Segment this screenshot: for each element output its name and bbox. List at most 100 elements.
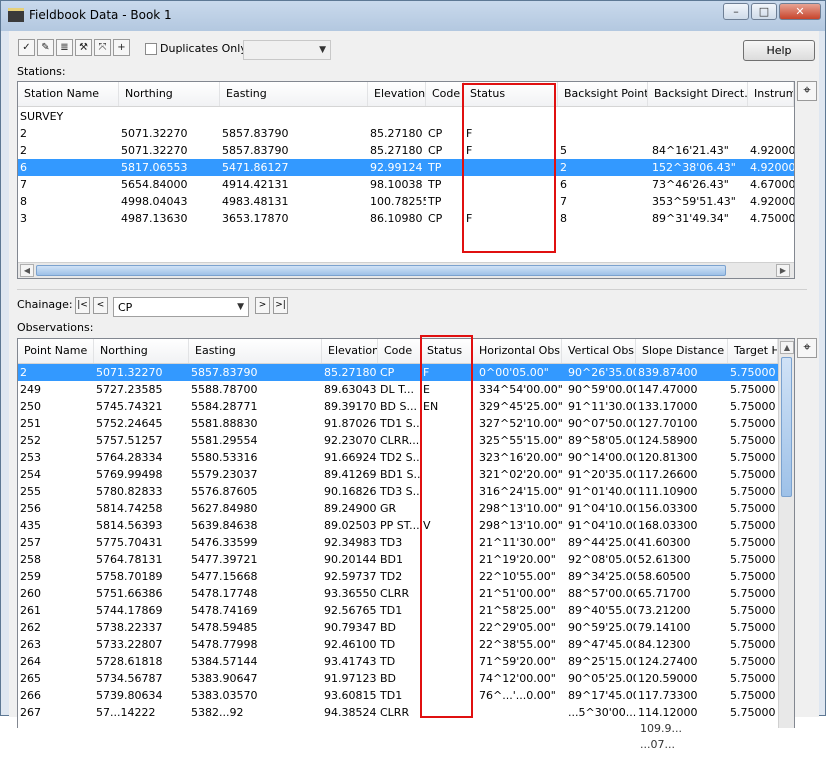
obs-col-elevation[interactable]: Elevation: [322, 339, 378, 363]
table-row[interactable]: 252 5757.51257 5581.29554 92.23070 CLRR... 32…: [18, 432, 778, 449]
crosshair-icon[interactable]: +: [113, 39, 130, 56]
obs-col-status[interactable]: Status: [421, 339, 473, 363]
help-button[interactable]: Help: [743, 40, 815, 61]
table-cell: 147.47000: [638, 383, 698, 396]
table-row[interactable]: 256 5814.74258 5627.84980 89.24900 GR 298^13'…: [18, 500, 778, 517]
table-row[interactable]: 262 5738.22337 5478.59485 90.79347 BD 22^29'0…: [18, 619, 778, 636]
table-row[interactable]: 265 5734.56787 5383.90647 91.97123 BD 74^12'0…: [18, 670, 778, 687]
table-row[interactable]: 263 5733.22807 5478.77998 92.46100 TD 22^38'5…: [18, 636, 778, 653]
scroll-left-icon[interactable]: ◀: [20, 264, 34, 277]
stations-col-code[interactable]: Code: [426, 82, 464, 106]
table-cell: 5745.74321: [96, 400, 163, 413]
table-row[interactable]: 250 5745.74321 5584.28771 89.39170 BD S... EN…: [18, 398, 778, 415]
adjust-icon[interactable]: ⤧: [94, 39, 111, 56]
table-row[interactable]: 3 4987.13630 3653.17870 86.10980 CP F 8 89^31'4…: [18, 210, 794, 227]
table-row[interactable]: 254 5769.99498 5579.23037 89.41269 BD1 S... 3…: [18, 466, 778, 483]
pin-icon[interactable]: ⌖: [797, 338, 817, 358]
observations-vscrollbar[interactable]: ▲: [778, 339, 794, 728]
table-row[interactable]: 257 5775.70431 5476.33599 92.34983 TD3 21^11'…: [18, 534, 778, 551]
chainage-dropdown[interactable]: CP ▼: [113, 297, 249, 317]
first-button[interactable]: |<: [75, 297, 90, 314]
table-cell: [421, 619, 473, 636]
obs-col-horizontal-obs[interactable]: Horizontal Obs.: [473, 339, 562, 363]
observations-grid: Point Name Northing Easting Elevation Co…: [17, 338, 795, 728]
table-cell: 298^13'10.00": [479, 519, 562, 532]
maximize-button[interactable]: □: [751, 3, 777, 20]
table-row[interactable]: 251 5752.24645 5581.88830 91.87026 TD1 S... 3…: [18, 415, 778, 432]
prev-button[interactable]: <: [93, 297, 108, 314]
table-cell: 5857.83790: [222, 127, 289, 140]
table-row[interactable]: 255 5780.82833 5576.87605 90.16826 TD3 S... 3…: [18, 483, 778, 500]
obs-col-vertical-obs[interactable]: Vertical Obs.: [562, 339, 636, 363]
stations-col-easting[interactable]: Easting: [220, 82, 368, 106]
table-row[interactable]: 249 5727.23585 5588.78700 89.63043 DL T... E 3…: [18, 381, 778, 398]
minimize-button[interactable]: –: [723, 3, 749, 20]
next-button[interactable]: >: [255, 297, 270, 314]
close-button[interactable]: ✕: [779, 3, 821, 20]
obs-col-code[interactable]: Code: [378, 339, 421, 363]
table-cell: 5478.59485: [191, 621, 258, 634]
table-row[interactable]: 7 5654.84000 4914.42131 98.10038 TP 6 73^46'26…: [18, 176, 794, 193]
table-cell: 5071.32270: [96, 366, 163, 379]
stations-col-backsight-direction[interactable]: Backsight Direct...: [648, 82, 748, 106]
stations-col-status[interactable]: Status: [464, 82, 558, 106]
table-row[interactable]: 435 5814.56393 5639.84638 89.02503 PP ST... V…: [18, 517, 778, 534]
duplicates-only-checkbox[interactable]: [145, 43, 157, 55]
table-cell: 90^59'00.00...: [568, 383, 636, 396]
scroll-right-icon[interactable]: ▶: [776, 264, 790, 277]
stations-col-instrument[interactable]: Instrume: [748, 82, 794, 106]
obs-col-northing[interactable]: Northing: [94, 339, 189, 363]
observations-vscroll-thumb[interactable]: [781, 357, 792, 497]
table-row[interactable]: 259 5758.70189 5477.15668 92.59737 TD2 22^10'…: [18, 568, 778, 585]
stations-hscroll-thumb[interactable]: [36, 265, 726, 276]
obs-col-target-height[interactable]: Target H: [728, 339, 778, 363]
pin-icon[interactable]: ⌖: [797, 81, 817, 101]
table-cell: 91^04'10.00...: [568, 502, 636, 515]
table-cell: 257: [20, 536, 41, 549]
table-row[interactable]: 258 5764.78131 5477.39721 90.20144 BD1 21^19'…: [18, 551, 778, 568]
table-row[interactable]: 266 5739.80634 5383.03570 93.60815 TD1 76^...…: [18, 687, 778, 704]
title-bar[interactable]: Fieldbook Data - Book 1 – □ ✕: [1, 1, 825, 31]
table-row[interactable]: 2 5071.32270 5857.83790 85.27180 CP F: [18, 125, 794, 142]
table-cell: 325^55'15.00": [479, 434, 562, 447]
table-cell: [421, 568, 473, 585]
table-row[interactable]: 253 5764.28334 5580.53316 91.66924 TD2 S... 3…: [18, 449, 778, 466]
table-row[interactable]: 267 57...14222 5382...92 94.38524 CLRR ...5^3…: [18, 704, 778, 721]
table-cell: 156.03300: [638, 502, 698, 515]
obs-col-slope-distance[interactable]: Slope Distance: [636, 339, 728, 363]
table-cell: 90^07'50.00...: [568, 417, 636, 430]
table-cell: 5728.61818: [96, 655, 163, 668]
edit-icon[interactable]: ✎: [37, 39, 54, 56]
stations-col-backsight-point[interactable]: Backsight Point: [558, 82, 648, 106]
table-row[interactable]: 2 5071.32270 5857.83790 85.27180 CP F 5 84^16'2…: [18, 142, 794, 159]
chevron-down-icon: ▼: [237, 302, 244, 312]
table-row[interactable]: 261 5744.17869 5478.74169 92.56765 TD1 21^58'…: [18, 602, 778, 619]
table-row[interactable]: 2 5071.32270 5857.83790 85.27180 CP F 0^00'05.…: [18, 364, 778, 381]
table-cell: 21^51'00.00": [479, 587, 556, 600]
obs-col-point-name[interactable]: Point Name: [18, 339, 94, 363]
table-row[interactable]: 6 5817.06553 5471.86127 92.99124 TP 2 152^38'0…: [18, 159, 794, 176]
stations-grid: Station Name Northing Easting Elevation …: [17, 81, 795, 279]
filter-dropdown[interactable]: ▼: [243, 40, 331, 60]
table-cell: 5576.87605: [191, 485, 258, 498]
table-cell: 5478.77998: [191, 638, 258, 651]
stations-col-elevation[interactable]: Elevation: [368, 82, 426, 106]
table-row[interactable]: 260 5751.66386 5478.17748 93.36550 CLRR 21^51…: [18, 585, 778, 602]
stations-hscrollbar[interactable]: ◀ ▶: [18, 262, 794, 278]
stations-group-row[interactable]: SURVEY: [18, 108, 794, 125]
table-cell: 4.92000: [750, 195, 794, 208]
table-row[interactable]: 8 4998.04043 4983.48131 100.78255 TP 7 353^59'…: [18, 193, 794, 210]
checklist-icon[interactable]: ✓: [18, 39, 35, 56]
table-cell: 89^34'25.00...: [568, 570, 636, 583]
table-cell: 71^59'20.00": [479, 655, 556, 668]
stations-col-northing[interactable]: Northing: [119, 82, 220, 106]
last-button[interactable]: >|: [273, 297, 288, 314]
table-cell: 133.17000: [638, 400, 698, 413]
table-cell: TD2: [380, 570, 403, 583]
obs-col-easting[interactable]: Easting: [189, 339, 322, 363]
stations-col-station-name[interactable]: Station Name: [18, 82, 119, 106]
scroll-up-icon[interactable]: ▲: [780, 341, 794, 354]
tools-icon[interactable]: ⚒: [75, 39, 92, 56]
list-icon[interactable]: ≣: [56, 39, 73, 56]
table-row[interactable]: 264 5728.61818 5384.57144 93.41743 TD 71^59'2…: [18, 653, 778, 670]
